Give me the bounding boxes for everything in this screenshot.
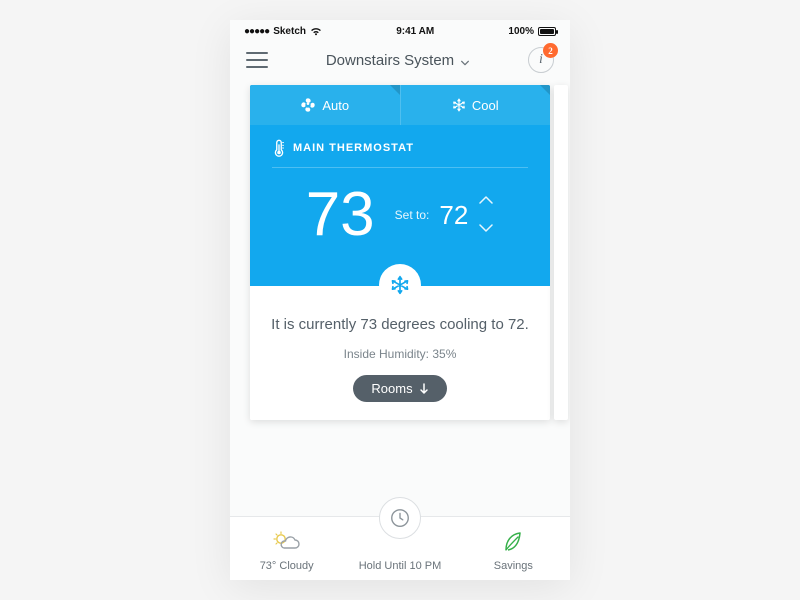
wifi-icon bbox=[310, 27, 322, 36]
thermostat-label: MAIN THERMOSTAT bbox=[293, 142, 414, 154]
system-title: Downstairs System bbox=[326, 52, 454, 69]
mode-cool-button[interactable]: Cool bbox=[400, 85, 551, 125]
card-lower: It is currently 73 degrees cooling to 72… bbox=[250, 286, 550, 420]
notification-badge: 2 bbox=[543, 43, 558, 58]
set-temperature-block: Set to: 72 bbox=[395, 192, 495, 238]
tab-hold-label: Hold Until 10 PM bbox=[359, 560, 442, 572]
rooms-label: Rooms bbox=[371, 381, 412, 396]
leaf-icon bbox=[502, 530, 524, 554]
carrier-label: Sketch bbox=[273, 26, 306, 37]
clock-circle bbox=[379, 497, 421, 539]
menu-button[interactable] bbox=[246, 52, 268, 68]
thermostat-header: MAIN THERMOSTAT bbox=[272, 135, 528, 168]
status-text: It is currently 73 degrees cooling to 72… bbox=[268, 314, 532, 335]
set-temp-value: 72 bbox=[439, 200, 468, 231]
thermostat-card: Auto Cool bbox=[250, 85, 550, 420]
signal-dots-icon: ●●●●● bbox=[244, 26, 269, 37]
app-frame: ●●●●● Sketch 9:41 AM 100% Downstairs Sys… bbox=[230, 20, 570, 580]
temp-up-button[interactable] bbox=[478, 192, 494, 210]
system-selector[interactable]: Downstairs System bbox=[326, 52, 470, 69]
mode-indicator-circle bbox=[379, 264, 421, 306]
status-bar: ●●●●● Sketch 9:41 AM 100% bbox=[230, 20, 570, 41]
tab-bar: 73° Cloudy Hold Until 10 PM Savings bbox=[230, 516, 570, 580]
battery-icon bbox=[538, 27, 556, 36]
dropdown-corner-icon bbox=[390, 85, 400, 95]
mode-auto-button[interactable]: Auto bbox=[250, 85, 400, 125]
tab-weather[interactable]: 73° Cloudy bbox=[230, 517, 343, 580]
temp-down-button[interactable] bbox=[478, 220, 494, 238]
chevron-down-icon bbox=[460, 55, 470, 65]
cloudy-icon bbox=[272, 531, 302, 553]
status-right: 100% bbox=[508, 26, 556, 37]
info-button[interactable]: i 2 bbox=[528, 47, 554, 73]
temp-stepper bbox=[478, 192, 494, 238]
snowflake-icon bbox=[390, 275, 410, 295]
mode-auto-label: Auto bbox=[322, 98, 349, 113]
current-temp: 73 bbox=[306, 184, 375, 246]
tab-hold[interactable]: Hold Until 10 PM bbox=[343, 517, 456, 580]
tab-savings[interactable]: Savings bbox=[457, 517, 570, 580]
battery-pct: 100% bbox=[508, 26, 534, 37]
humidity-text: Inside Humidity: 35% bbox=[268, 347, 532, 361]
fan-icon bbox=[300, 97, 316, 113]
dropdown-corner-icon bbox=[540, 85, 550, 95]
thermostat-panel: MAIN THERMOSTAT 73 Set to: 72 bbox=[250, 125, 550, 286]
status-left: ●●●●● Sketch bbox=[244, 26, 322, 37]
status-time: 9:41 AM bbox=[396, 26, 434, 37]
tab-weather-label: 73° Cloudy bbox=[260, 560, 314, 572]
card-area: Auto Cool bbox=[230, 85, 570, 420]
tab-savings-label: Savings bbox=[494, 560, 533, 572]
temperature-row: 73 Set to: 72 bbox=[272, 168, 528, 246]
thermometer-icon bbox=[272, 139, 286, 157]
rooms-button[interactable]: Rooms bbox=[353, 375, 446, 402]
arrow-down-icon bbox=[419, 383, 429, 395]
header: Downstairs System i 2 bbox=[230, 41, 570, 85]
mode-row: Auto Cool bbox=[250, 85, 550, 125]
clock-icon bbox=[389, 507, 411, 529]
snowflake-icon bbox=[452, 98, 466, 112]
set-to-label: Set to: bbox=[395, 208, 430, 222]
mode-cool-label: Cool bbox=[472, 98, 499, 113]
next-card-peek[interactable] bbox=[554, 85, 568, 420]
